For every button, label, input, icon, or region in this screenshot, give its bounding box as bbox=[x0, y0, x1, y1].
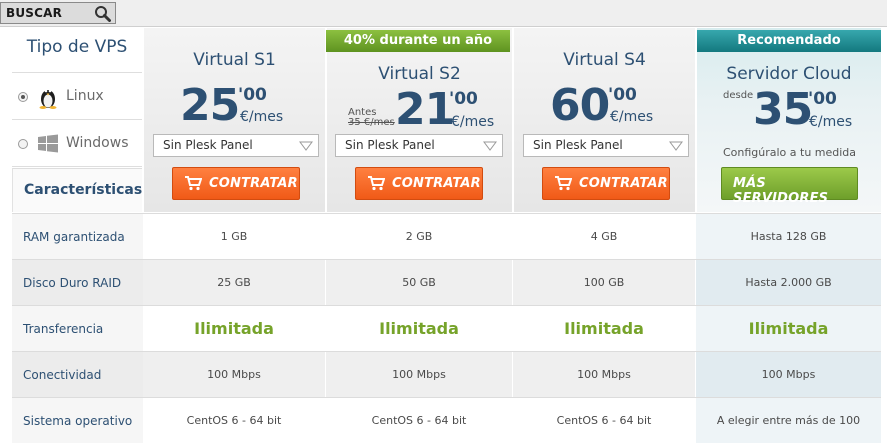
plan-name: Virtual S2 bbox=[378, 64, 461, 84]
mas-servidores-button[interactable]: MÁS SERVIDORES bbox=[721, 167, 858, 206]
linux-label: Linux bbox=[66, 88, 104, 104]
table-cell: 1 GB bbox=[143, 214, 325, 260]
plan-name: Servidor Cloud bbox=[726, 64, 852, 84]
price-unit: €/mes bbox=[451, 114, 495, 130]
table-cell: 100 Mbps bbox=[143, 352, 325, 398]
before-price: 35 €/mes bbox=[348, 117, 395, 128]
chevron-down-icon bbox=[669, 141, 683, 151]
plan-virtual-s4: Virtual S4 60 '00 €/mes Sin Plesk Panel … bbox=[513, 28, 695, 212]
top-bar: BUSCAR bbox=[0, 0, 887, 27]
table-row: RAM garantizada 1 GB 2 GB 4 GB Hasta 128… bbox=[12, 213, 881, 260]
linux-penguin-icon bbox=[39, 89, 57, 109]
features-tab[interactable]: Características bbox=[12, 168, 142, 212]
table-row: Transferencia Ilimitada Ilimitada Ilimit… bbox=[12, 305, 881, 352]
row-label: Transferencia bbox=[12, 306, 143, 352]
from-label: desde bbox=[723, 90, 754, 101]
plan-name: Virtual S4 bbox=[563, 50, 646, 70]
price-integer: 25 bbox=[180, 80, 240, 131]
price-decimals: '00 bbox=[808, 89, 837, 109]
plesk-panel-select[interactable]: Sin Plesk Panel bbox=[153, 134, 319, 157]
table-cell: 25 GB bbox=[143, 260, 325, 306]
price-unit: €/mes bbox=[240, 109, 284, 125]
recommended-badge: Recomendado bbox=[697, 30, 881, 52]
table-row: Conectividad 100 Mbps 100 Mbps 100 Mbps … bbox=[12, 351, 881, 398]
plan-virtual-s2: Virtual S2 Antes 35 €/mes 21 '00 €/mes S… bbox=[326, 28, 512, 212]
vps-type-title: Tipo de VPS bbox=[12, 28, 142, 73]
table-cell: 50 GB bbox=[326, 260, 512, 306]
table-cell: 100 Mbps bbox=[326, 352, 512, 398]
plesk-panel-select-value: Sin Plesk Panel bbox=[533, 138, 623, 152]
linux-radio[interactable] bbox=[18, 92, 28, 102]
price-integer: 21 bbox=[395, 84, 455, 135]
row-label: Disco Duro RAID bbox=[12, 260, 143, 306]
table-cell: Ilimitada bbox=[326, 306, 512, 352]
shopping-cart-icon bbox=[368, 176, 385, 191]
windows-logo-icon bbox=[38, 134, 58, 153]
plesk-panel-select-value: Sin Plesk Panel bbox=[163, 138, 253, 152]
price-integer: 35 bbox=[753, 84, 813, 135]
windows-radio[interactable] bbox=[18, 139, 28, 149]
vps-type-selector: Tipo de VPS Linux Windows Característica… bbox=[12, 28, 142, 212]
windows-label: Windows bbox=[66, 135, 129, 151]
contratar-button-label: CONTRATAR bbox=[579, 176, 668, 191]
table-cell: Ilimitada bbox=[143, 306, 325, 352]
shopping-cart-icon bbox=[555, 176, 572, 191]
table-cell: A elegir entre más de 100 bbox=[696, 398, 881, 443]
contratar-button[interactable]: CONTRATAR bbox=[542, 167, 670, 200]
plan-name: Virtual S1 bbox=[193, 50, 276, 70]
table-cell: CentOS 6 - 64 bit bbox=[326, 398, 512, 443]
table-cell: 100 GB bbox=[513, 260, 695, 306]
price-integer: 60 bbox=[550, 80, 610, 131]
table-cell: Ilimitada bbox=[513, 306, 695, 352]
table-row: Sistema operativo CentOS 6 - 64 bit Cent… bbox=[12, 397, 881, 443]
mas-servidores-button-label: MÁS SERVIDORES bbox=[733, 176, 829, 206]
table-cell: 2 GB bbox=[326, 214, 512, 260]
row-label: Conectividad bbox=[12, 352, 143, 398]
plan-servidor-cloud: Servidor Cloud desde 35 '00 €/mes Config… bbox=[696, 28, 881, 212]
price-unit: €/mes bbox=[809, 114, 853, 130]
table-cell: Hasta 2.000 GB bbox=[696, 260, 881, 306]
contratar-button-label: CONTRATAR bbox=[392, 176, 481, 191]
row-label: RAM garantizada bbox=[12, 214, 143, 260]
contratar-button[interactable]: CONTRATAR bbox=[355, 167, 483, 200]
search-label: BUSCAR bbox=[6, 6, 63, 20]
table-row: Disco Duro RAID 25 GB 50 GB 100 GB Hasta… bbox=[12, 259, 881, 306]
contratar-button-label: CONTRATAR bbox=[209, 176, 298, 191]
plesk-panel-select-value: Sin Plesk Panel bbox=[345, 138, 435, 152]
price-unit: €/mes bbox=[610, 109, 654, 125]
configure-note: Configúralo a tu medida bbox=[722, 146, 857, 159]
shopping-cart-icon bbox=[185, 176, 202, 191]
table-cell: 100 Mbps bbox=[513, 352, 695, 398]
price-decimals: '00 bbox=[608, 85, 637, 105]
table-cell: CentOS 6 - 64 bit bbox=[513, 398, 695, 443]
price-decimals: '00 bbox=[449, 89, 478, 109]
plesk-panel-select[interactable]: Sin Plesk Panel bbox=[335, 134, 503, 157]
contratar-button[interactable]: CONTRATAR bbox=[172, 167, 300, 200]
table-cell: Ilimitada bbox=[696, 306, 881, 352]
row-label: Sistema operativo bbox=[12, 398, 143, 443]
table-cell: CentOS 6 - 64 bit bbox=[143, 398, 325, 443]
features-tab-label: Características bbox=[24, 182, 143, 198]
os-option-windows[interactable]: Windows bbox=[12, 121, 142, 167]
table-cell: 100 Mbps bbox=[696, 352, 881, 398]
chevron-down-icon bbox=[483, 141, 497, 151]
table-cell: Hasta 128 GB bbox=[696, 214, 881, 260]
price-decimals: '00 bbox=[238, 85, 267, 105]
search-icon[interactable] bbox=[94, 5, 111, 22]
plesk-panel-select[interactable]: Sin Plesk Panel bbox=[523, 134, 689, 157]
plan-virtual-s1: Virtual S1 25 '00 €/mes Sin Plesk Panel … bbox=[143, 28, 325, 212]
os-option-linux[interactable]: Linux bbox=[12, 74, 142, 120]
table-cell: 4 GB bbox=[513, 214, 695, 260]
promo-badge: 40% durante un año bbox=[326, 30, 510, 52]
vps-pricing-page: BUSCAR Tipo de VPS Linux Windows Caracte… bbox=[0, 0, 887, 443]
chevron-down-icon bbox=[299, 141, 313, 151]
search-box[interactable]: BUSCAR bbox=[0, 2, 116, 24]
